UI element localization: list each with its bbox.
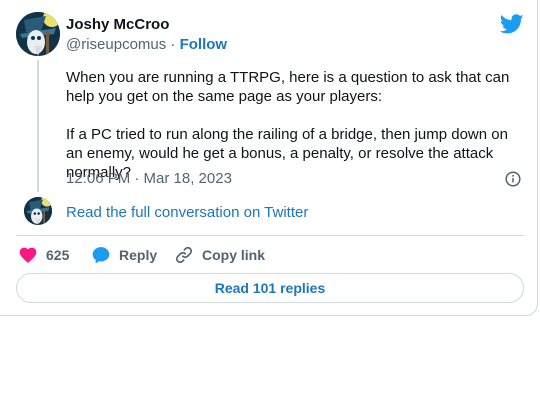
read-replies-label: Read 101 replies bbox=[214, 280, 326, 296]
action-divider bbox=[16, 235, 524, 236]
author-display-name[interactable]: Joshy McCroo bbox=[66, 16, 169, 33]
handle-separator: · bbox=[166, 36, 180, 53]
like-count: 625 bbox=[46, 247, 70, 263]
author-handle-line: @riseupcomus · Follow bbox=[66, 36, 227, 53]
wizard-avatar-icon bbox=[24, 197, 52, 225]
tweet-card: Joshy McCroo @riseupcomus · Follow When … bbox=[0, 0, 538, 316]
reply-bubble-icon bbox=[92, 247, 110, 264]
author-avatar[interactable] bbox=[16, 12, 60, 56]
twitter-bird-icon[interactable] bbox=[500, 12, 524, 36]
wizard-avatar-icon bbox=[16, 12, 60, 56]
info-icon[interactable] bbox=[505, 171, 521, 187]
author-handle[interactable]: @riseupcomus bbox=[66, 36, 166, 53]
reply-button[interactable]: Reply bbox=[91, 244, 157, 266]
copy-link-button[interactable]: Copy link bbox=[174, 244, 265, 266]
read-full-conversation-link[interactable]: Read the full conversation on Twitter bbox=[66, 204, 308, 221]
thread-connector-line bbox=[37, 60, 39, 192]
link-icon bbox=[175, 246, 193, 264]
copy-link-label: Copy link bbox=[202, 247, 266, 263]
tweet-text: When you are running a TTRPG, here is a … bbox=[66, 69, 510, 181]
heart-icon bbox=[19, 247, 37, 263]
read-replies-button[interactable]: Read 101 replies bbox=[16, 273, 524, 303]
follow-link[interactable]: Follow bbox=[180, 36, 228, 53]
conversation-avatar bbox=[24, 197, 52, 225]
reply-label: Reply bbox=[119, 247, 158, 263]
like-button[interactable]: 625 bbox=[18, 244, 69, 266]
tweet-timestamp[interactable]: 12:06 PM · Mar 18, 2023 bbox=[66, 170, 232, 187]
